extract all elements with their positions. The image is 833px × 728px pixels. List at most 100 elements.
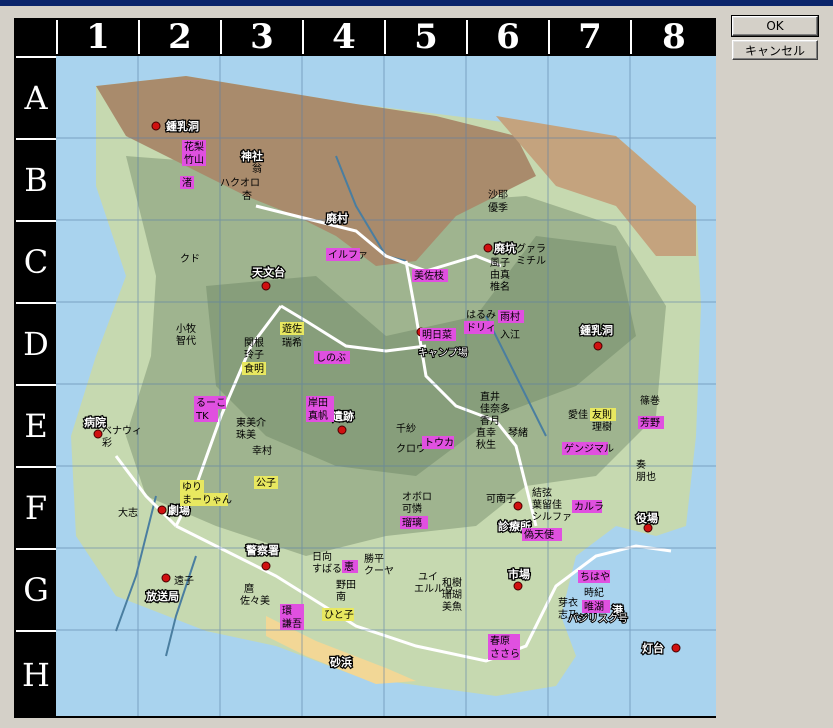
name-doribu: ドリィ	[466, 323, 496, 334]
name-chisa: 千紗	[396, 423, 416, 435]
row-header-b: B	[16, 138, 56, 220]
column-header-6: 6	[466, 17, 548, 57]
label-ruins: 遺跡	[331, 409, 354, 423]
name-akie: 秋生	[476, 438, 496, 451]
column-header-7: 7	[548, 17, 630, 57]
column-header-2: 2	[138, 17, 220, 57]
label-ruined-village: 廃村	[326, 211, 348, 225]
name-nagisa: 渚	[182, 177, 192, 189]
name-aya: 愛佳	[568, 408, 588, 421]
name-komaki: 小牧	[176, 322, 196, 335]
name-karura: カルラ	[574, 501, 604, 513]
row-header-g: G	[16, 548, 56, 630]
name-sasami: 佐々美	[240, 594, 270, 607]
row-header-a: A	[16, 56, 56, 138]
name-oboro: オボロ	[402, 491, 432, 503]
cancel-button[interactable]: キャンセル	[732, 40, 818, 60]
name-kudo: クド	[180, 253, 200, 265]
name-mayu: 由真	[490, 268, 510, 281]
name-yuika: 結弦	[532, 486, 552, 499]
label-camp: キャンプ場	[418, 346, 468, 359]
name-hakuoro: ハクオロ	[220, 177, 260, 189]
name-gitensen: 偽天使	[524, 528, 554, 541]
name-amamura: 雨村	[500, 310, 520, 323]
name-ruko: るーこ	[196, 397, 226, 409]
name-naoi: 直井	[480, 390, 500, 403]
column-header-8: 8	[630, 17, 716, 57]
name-haruka: 春原	[490, 635, 510, 647]
name-misaki: 美佐枝	[414, 269, 444, 282]
name-sasara: ささら	[490, 648, 520, 660]
name-kishida: 岸田	[308, 397, 328, 409]
name-shinobu: しのぶ	[316, 352, 346, 364]
name-yukiko: 優季	[488, 201, 508, 214]
name-suisei: 直幸	[476, 426, 496, 439]
label-shrine: 神社	[241, 149, 263, 163]
name-hitoko: ひと子	[324, 609, 354, 621]
name-ilfa: イルファ	[328, 250, 368, 261]
name-kyomei: 食明	[244, 362, 264, 375]
label-market: 市場	[508, 567, 530, 581]
name-kyoto: 遠子	[174, 574, 194, 587]
title-bar	[0, 0, 833, 6]
name-komura: 幸村	[252, 444, 272, 457]
name-akuya: 朋也	[636, 470, 656, 483]
name-risa: 理樹	[592, 420, 612, 433]
name-ruri: 瑠璃	[402, 516, 422, 529]
name-ie: 入江	[500, 329, 520, 341]
name-reiko: 玲子	[244, 349, 264, 361]
name-tk: TK	[195, 411, 209, 422]
name-asuna: 明日菜	[422, 329, 452, 341]
label-shonyudo-east: 鍾乳洞	[580, 323, 613, 337]
label-office: 役場	[635, 511, 658, 525]
name-sena: 奏	[636, 459, 646, 471]
column-header-4: 4	[302, 17, 384, 57]
name-yoshino: 芳野	[640, 416, 660, 429]
name-shirufa: シルファ	[532, 512, 572, 523]
row-header-h: H	[16, 630, 56, 718]
name-kurou: クロウ	[396, 443, 426, 455]
label-mine: 廃坑	[494, 241, 516, 255]
name-yukie: 葉留佳	[532, 498, 562, 511]
name-waju: 和樹	[442, 576, 462, 589]
name-tamaki: 環	[282, 605, 292, 617]
column-header-1: 1	[56, 17, 138, 57]
name-yui: ユイ	[418, 572, 438, 583]
name-harumi: はるみ	[466, 309, 496, 321]
name-mioi: 美魚	[442, 600, 462, 613]
label-observatory: 天文台	[252, 265, 285, 279]
name-kotomi: 香月	[480, 415, 500, 427]
label-beach: 砂浜	[330, 655, 352, 669]
name-kasumi: 可憐	[402, 502, 422, 515]
name-kyo: 杏	[242, 189, 252, 202]
name-kanako: 可南子	[486, 492, 516, 505]
name-katsuhira: 勝平	[364, 552, 384, 565]
ok-button[interactable]: OK	[731, 15, 819, 37]
row-header-d: D	[16, 302, 56, 384]
name-shiina: 椎名	[490, 280, 510, 293]
row-header-f: F	[16, 466, 56, 548]
name-yuiko: 唯湖	[584, 601, 604, 613]
island-map[interactable]: 鍾乳洞 神社 廃村 廃坑 天文台 キャンプ場 鍾乳洞 遺跡 病院 劇場 警察署 …	[56, 56, 716, 716]
name-hakushi: 麿	[244, 582, 254, 595]
name-chiyo: 智代	[176, 334, 196, 347]
name-subaru: すばる	[312, 563, 342, 575]
row-header-e: E	[16, 384, 56, 466]
row-header-c: C	[16, 220, 56, 302]
column-header-5: 5	[384, 17, 466, 57]
name-benaw: ベナウィ	[102, 425, 142, 437]
label-broadcast: 放送局	[145, 589, 179, 603]
name-kuuya: クーヤ	[364, 565, 394, 577]
name-kenmei: 謙吾	[282, 617, 302, 630]
name-minami: 南	[336, 590, 346, 603]
column-header-3: 3	[220, 17, 302, 57]
name-tomoe: 東美介	[236, 416, 266, 429]
name-noda: 野田	[336, 579, 356, 591]
name-kanae: 佳奈多	[480, 402, 510, 415]
label-shonyudo-north: 鍾乳洞	[166, 119, 199, 133]
name-kimiko: 公子	[256, 477, 276, 489]
name-sango: 珊瑚	[442, 589, 462, 601]
name-takeyama: 竹山	[184, 153, 204, 166]
name-hinata: 日向	[312, 550, 332, 563]
name-basilisk: バジリスク号	[568, 613, 628, 625]
